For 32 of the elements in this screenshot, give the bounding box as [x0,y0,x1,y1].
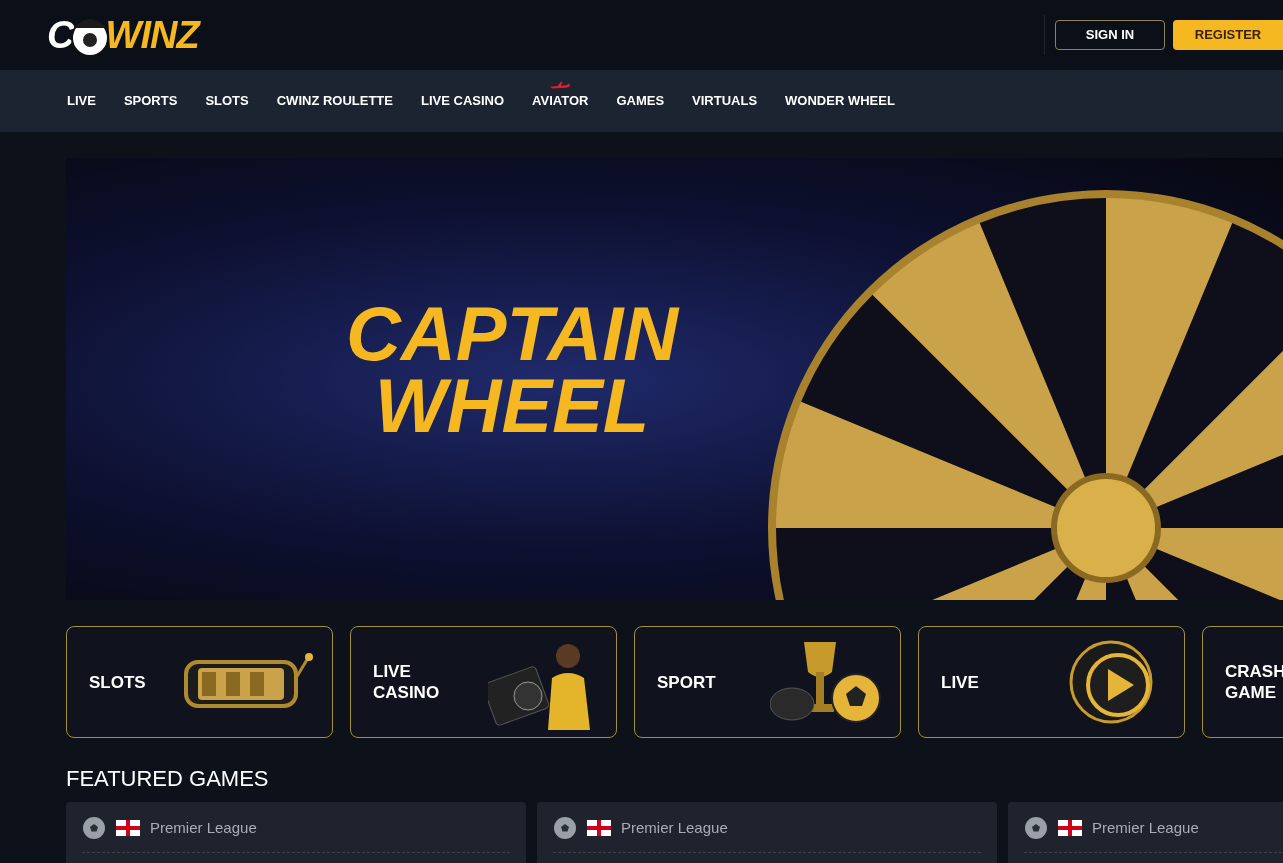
football-icon [82,816,106,840]
game-card[interactable]: Premier League [66,802,526,863]
plane-icon [549,81,572,92]
nav-link[interactable]: WONDER WHEEL [785,81,895,111]
category-card[interactable]: SLOTS [66,626,333,738]
section-title: FEATURED GAMES [66,768,270,790]
england-flag-icon [1058,820,1082,836]
logo[interactable]: C WINZ [47,12,199,58]
game-card[interactable]: Premier League [1008,802,1283,863]
england-flag-icon [116,820,140,836]
nav-link[interactable]: AVIATOR [532,81,589,111]
nav-link[interactable]: SPORTS [123,81,178,111]
category-card[interactable]: LIVE CASINO [350,626,617,738]
nav-link[interactable]: LIVE CASINO [421,81,505,111]
league-name: Premier League [150,817,257,838]
england-flag-icon [587,820,611,836]
football-icon [553,816,577,840]
category-card[interactable]: LIVE [918,626,1185,738]
nav-link[interactable]: LIVE [67,81,96,111]
nav-link[interactable]: GAMES [616,81,665,111]
banner-title: CAPTAIN WHEEL [346,298,679,442]
nav-link[interactable]: VIRTUALS [692,81,758,111]
category-card[interactable]: SPORT [634,626,901,738]
register-button[interactable]: REGISTER [1173,20,1283,50]
football-icon [1024,816,1048,840]
sign-in-button[interactable]: SIGN IN [1055,20,1165,50]
nav-link[interactable]: CWINZ ROULETTE [276,81,393,111]
promo-banner[interactable]: CAPTAIN WHEEL [66,158,1283,600]
league-name: Premier League [621,817,728,838]
nav-link[interactable]: SLOTS [205,81,249,111]
game-card[interactable]: Premier League [537,802,997,863]
league-name: Premier League [1092,817,1199,838]
